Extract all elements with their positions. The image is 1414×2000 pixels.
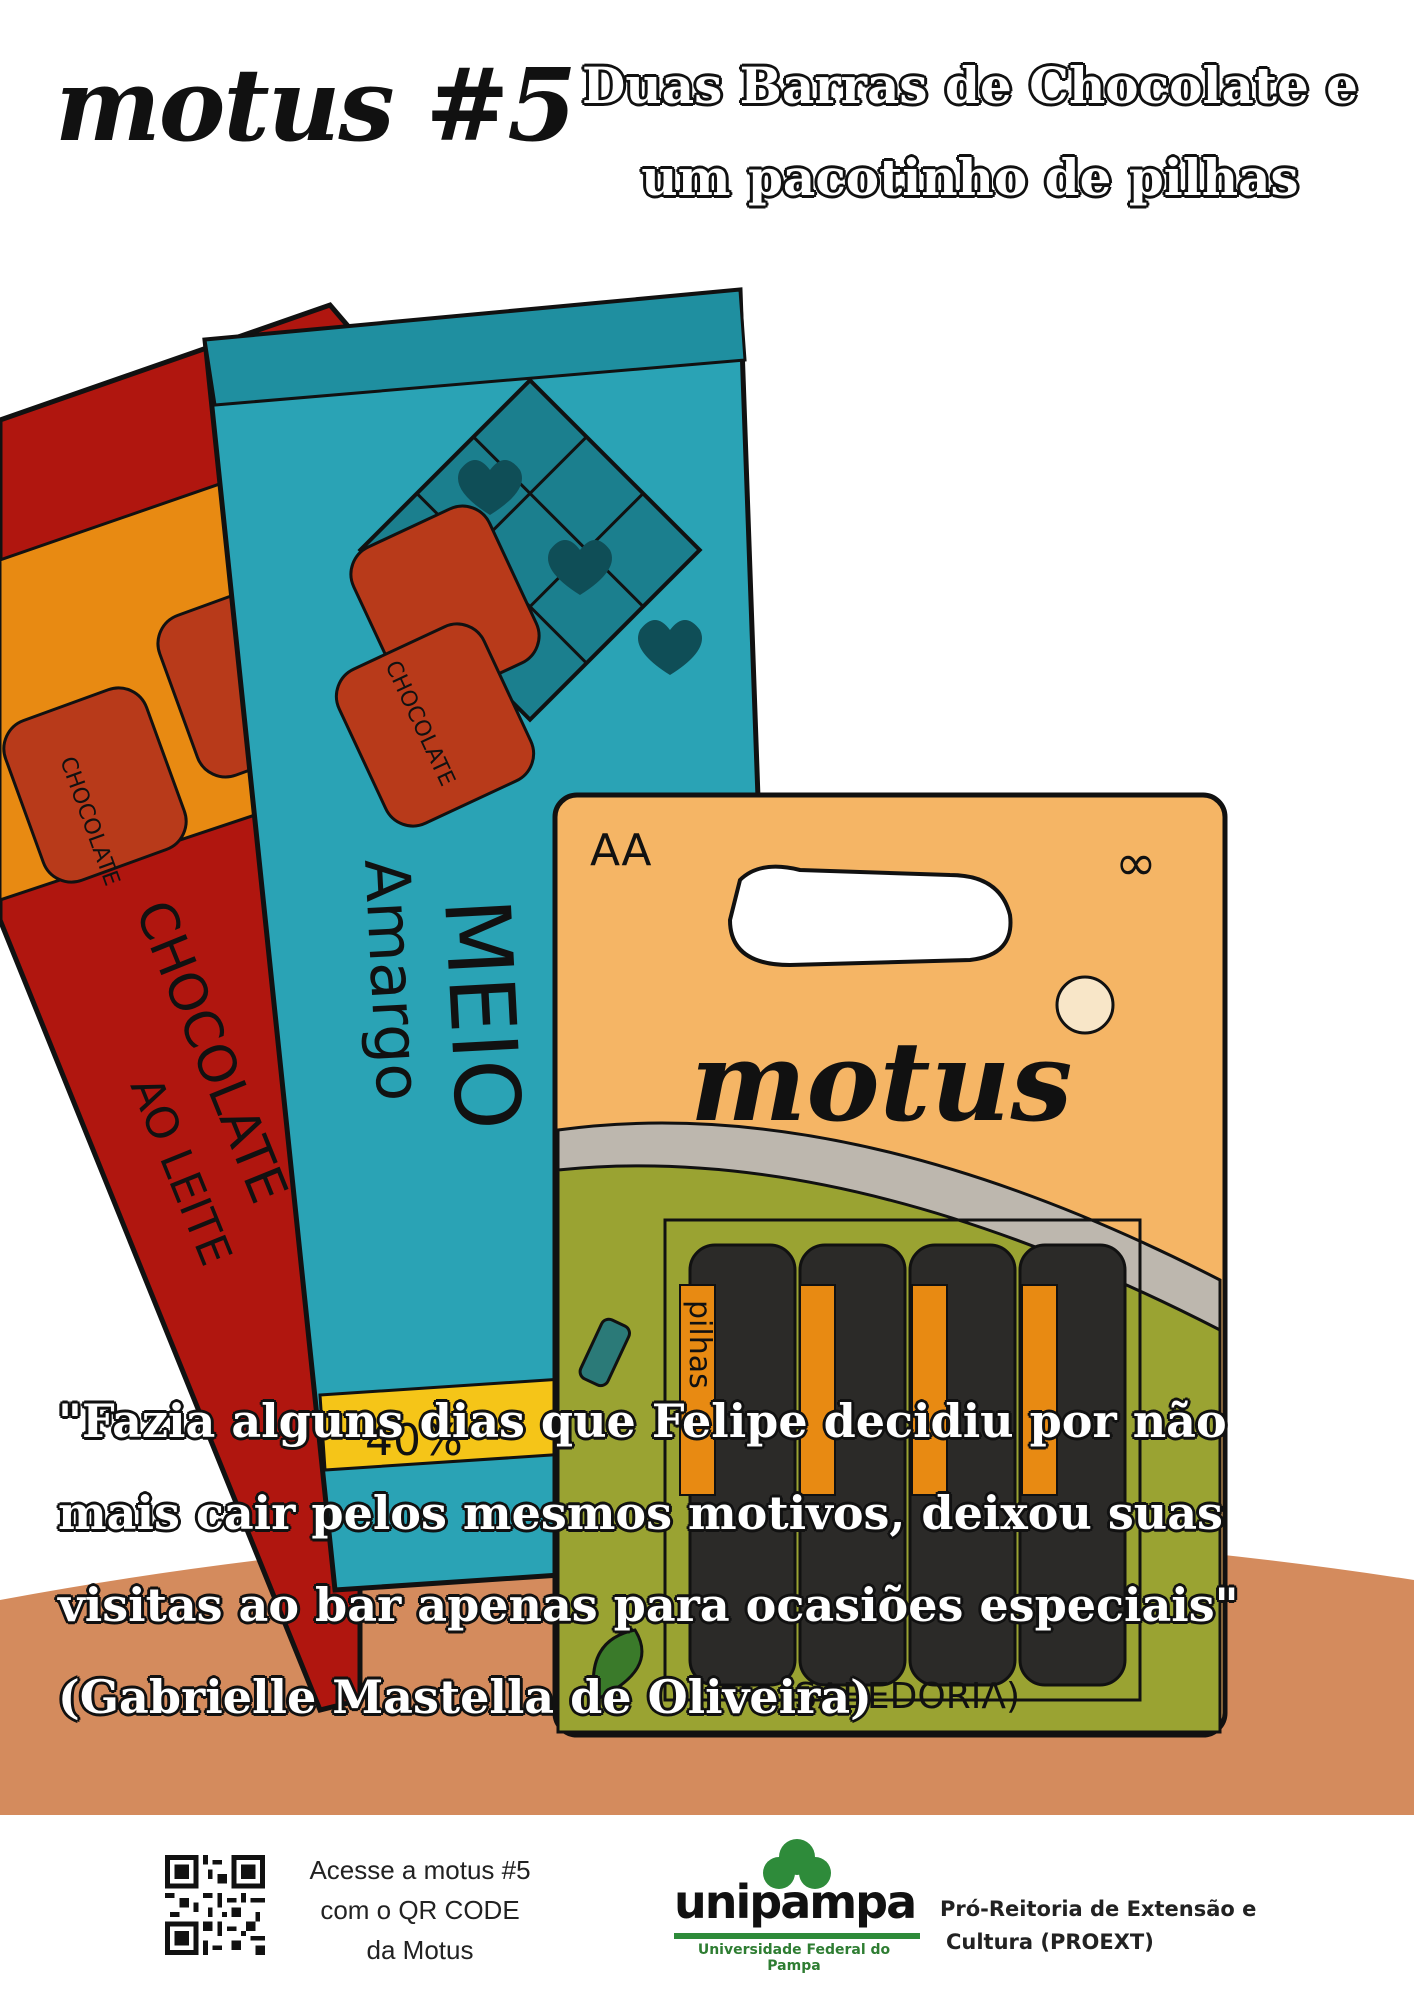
university-name: unipampa (674, 1875, 917, 1929)
headline: Duas Barras de Chocolate e um pacotinho … (560, 40, 1380, 224)
quote-line-2: mais cair pelos mesmos motivos, deixou s… (58, 1486, 1223, 1540)
battery-size-label: AA (590, 825, 651, 876)
quote-author: (Gabrielle Mastella de Oliveira) (58, 1670, 872, 1724)
brand-title: motus #5 (55, 46, 577, 164)
footer: Acesse a motus #5 com o QR CODE da Motus… (0, 1815, 1414, 2000)
department-line-1: Pró-Reitoria de Extensão e (940, 1897, 1257, 1921)
poster: CHOCOLATE CHOCOLATE AO LEITE CHOCOLATE M… (0, 0, 1414, 2000)
department-name: Pró-Reitoria de Extensão e Cultura (PROE… (940, 1893, 1280, 1959)
quote-line-3: visitas ao bar apenas para ocasiões espe… (58, 1578, 1239, 1632)
department-line-2: Cultura (PROEXT) (946, 1930, 1154, 1954)
headline-line-2: um pacotinho de pilhas (641, 148, 1299, 207)
university-full-name: Universidade Federal do Pampa (697, 1942, 891, 1974)
dark-bar-text-2: Amargo (350, 857, 436, 1103)
qr-caption-line-2: com o QR CODE (320, 1895, 520, 1925)
qr-caption: Acesse a motus #5 com o QR CODE da Motus (280, 1850, 560, 1970)
infinity-icon: ∞ (1115, 834, 1157, 892)
headline-line-1: Duas Barras de Chocolate e (582, 56, 1358, 115)
qr-code[interactable] (165, 1855, 265, 1955)
qr-caption-line-3: da Motus (366, 1935, 474, 1965)
qr-caption-line-1: Acesse a motus #5 (309, 1855, 531, 1885)
quote-line-1: "Fazia alguns dias que Felipe decidiu po… (58, 1394, 1227, 1448)
dark-bar-text-1: MEIO (423, 896, 540, 1133)
quote: "Fazia alguns dias que Felipe decidiu po… (58, 1375, 1358, 1743)
